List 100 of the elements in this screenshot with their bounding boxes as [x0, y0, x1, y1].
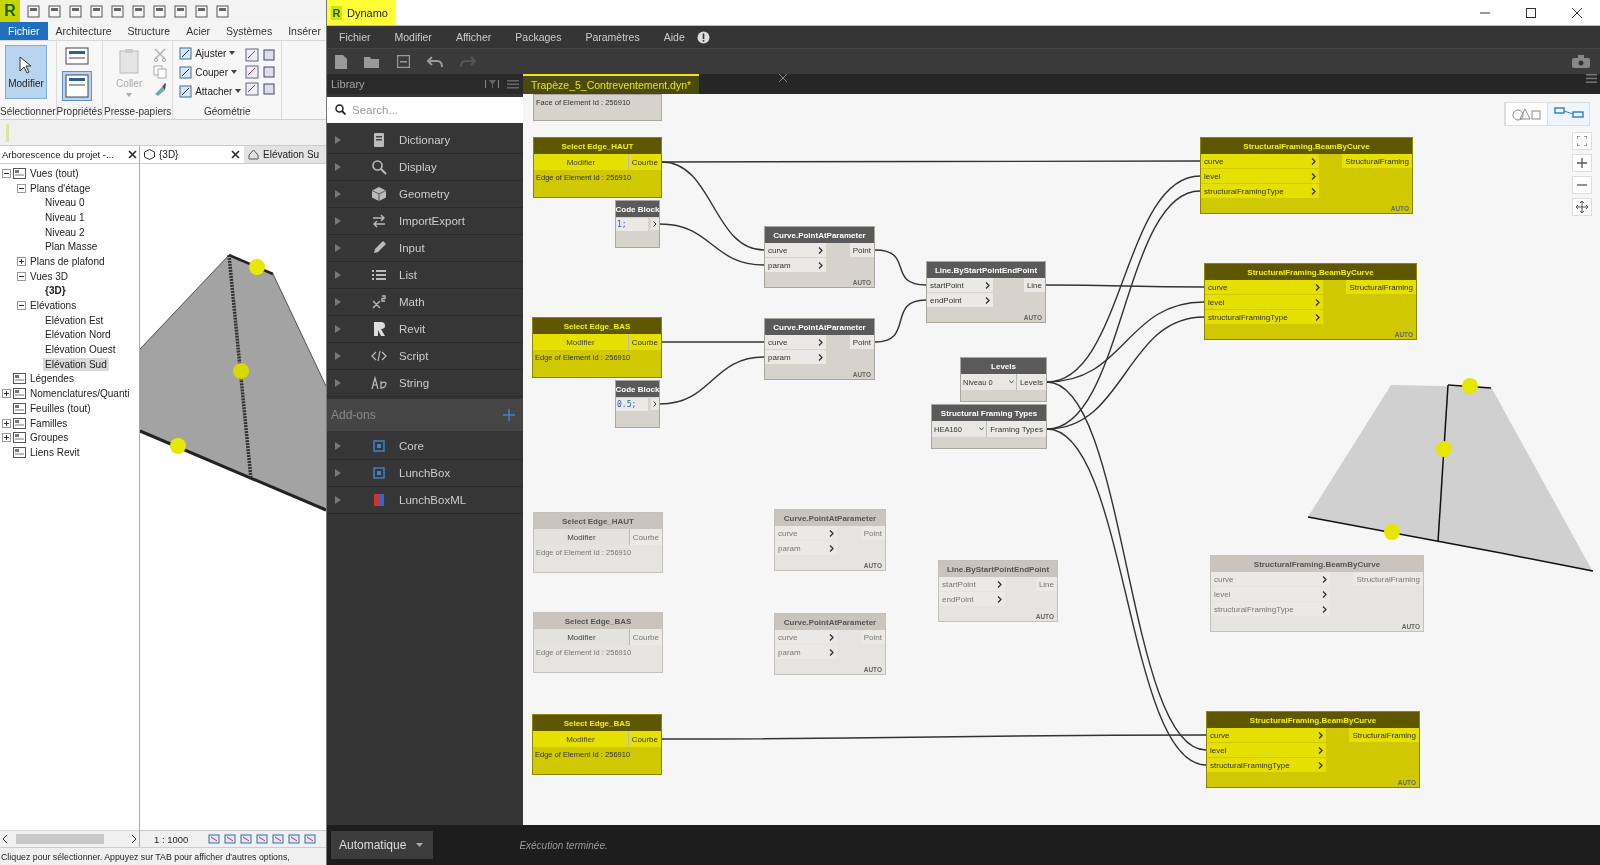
input-port[interactable]: curve [1207, 728, 1326, 742]
code-editor[interactable]: 0.5; [616, 397, 648, 411]
modify-button[interactable]: Modifier [534, 154, 629, 170]
input-port[interactable]: level [1205, 295, 1324, 309]
tree-item[interactable]: Elévation Nord [43, 328, 113, 342]
input-port[interactable]: structuralFramingType [1205, 310, 1324, 324]
properties-button[interactable] [61, 70, 92, 101]
tree-item[interactable]: Niveau 1 [43, 210, 87, 224]
camera-icon[interactable] [1572, 55, 1590, 68]
input-port[interactable]: param [765, 350, 827, 364]
ribbon-tab[interactable]: Architecture [47, 22, 120, 40]
view-control-icon[interactable] [288, 833, 302, 845]
input-port[interactable]: param [775, 645, 837, 659]
input-port[interactable]: level [1201, 169, 1320, 183]
output-port[interactable]: Framing Types [987, 421, 1046, 437]
graph-node[interactable]: Code Block 0.5; [615, 380, 660, 428]
output-port[interactable]: Point [849, 335, 874, 349]
brush-icon[interactable] [153, 82, 168, 96]
input-port[interactable]: param [765, 258, 827, 272]
input-port[interactable]: curve [1201, 154, 1320, 168]
open-folder-icon[interactable] [364, 55, 380, 68]
output-port[interactable]: Point [860, 526, 885, 540]
expander-icon[interactable] [2, 168, 11, 178]
toolbar-icon[interactable] [68, 3, 83, 19]
zoom-in-button[interactable] [1572, 154, 1592, 172]
toolbar-icon[interactable] [131, 3, 146, 19]
output-port[interactable]: Levels [1016, 374, 1046, 390]
output-port[interactable]: Courbe [629, 629, 662, 645]
view-scale[interactable]: 1 : 1000 [154, 833, 189, 845]
toolbar-icon[interactable] [152, 3, 167, 19]
output-port[interactable]: StructuralFraming [1353, 572, 1423, 586]
tree-item[interactable]: Elévations [28, 299, 79, 313]
input-port[interactable]: structuralFramingType [1207, 758, 1326, 772]
tree-item[interactable]: Niveau 2 [43, 225, 87, 239]
input-port[interactable]: curve [765, 335, 827, 349]
modify-icon[interactable] [262, 82, 277, 96]
view-tab[interactable]: {3D} [140, 146, 244, 163]
expander-icon[interactable] [2, 418, 11, 428]
modify-button[interactable]: Modifier [533, 334, 629, 350]
input-port[interactable]: endPoint [927, 293, 994, 307]
save-icon[interactable] [397, 55, 410, 68]
output-port[interactable]: Courbe [628, 334, 661, 350]
menu-item[interactable]: Paramètres [573, 31, 652, 43]
input-port[interactable]: curve [765, 243, 827, 257]
input-port[interactable]: param [775, 541, 837, 555]
menu-item[interactable]: Packages [503, 31, 574, 43]
input-port[interactable]: structuralFramingType [1201, 184, 1320, 198]
output-port[interactable]: StructuralFraming [1342, 154, 1412, 168]
output-port[interactable]: Point [860, 630, 885, 644]
input-port[interactable]: startPoint [939, 577, 1006, 591]
ribbon-tab[interactable]: Systèmes [218, 22, 281, 40]
tree-item[interactable]: Légendes [28, 372, 76, 386]
menu-item[interactable]: Fichier [327, 31, 383, 43]
tree-item[interactable]: Vues 3D [28, 269, 70, 283]
expander-icon[interactable] [2, 433, 11, 443]
close-icon[interactable] [128, 150, 137, 159]
code-editor[interactable]: 1; [616, 217, 648, 231]
modify-icon[interactable] [262, 48, 277, 62]
modify-button[interactable]: Modifier [5, 45, 47, 99]
input-port[interactable]: startPoint [927, 278, 994, 292]
output-port[interactable]: Line [1023, 278, 1045, 292]
search-field[interactable]: Search... [327, 97, 523, 123]
caret-icon[interactable] [229, 51, 236, 55]
tree-item[interactable]: Niveau 0 [43, 196, 87, 210]
tree-item[interactable]: Plans de plafond [28, 254, 107, 268]
menu-item[interactable]: Aide [651, 31, 697, 43]
tree-item[interactable]: {3D} [43, 284, 68, 298]
ribbon-tab[interactable]: Insérer [280, 22, 326, 40]
tree-item[interactable]: Vues (tout) [28, 166, 81, 180]
list-view-icon[interactable] [507, 79, 519, 89]
expander-icon[interactable] [2, 389, 11, 399]
geometry-tool-button[interactable]: Ajuster [178, 45, 243, 61]
toolbar-icon[interactable] [89, 3, 104, 19]
caret-icon[interactable] [235, 89, 242, 93]
edit-icon[interactable] [245, 48, 260, 62]
output-port[interactable]: Line [1035, 577, 1057, 591]
view-control-icon[interactable] [240, 833, 254, 845]
ribbon-tab[interactable]: Structure [119, 22, 179, 40]
caret-icon[interactable] [231, 70, 237, 74]
tree-item[interactable]: Feuilles (tout) [28, 401, 93, 415]
file-tab[interactable]: Trapèze_5_Contreventement.dyn* [523, 74, 700, 94]
tree-item[interactable]: Plans d'étage [28, 181, 93, 195]
toolbar-icon[interactable] [173, 3, 188, 19]
filter-icon[interactable] [485, 79, 499, 89]
view-control-icon[interactable] [256, 833, 270, 845]
geometry-tool-button[interactable]: Attacher [178, 83, 243, 99]
geometry-tool-button[interactable]: Couper [178, 64, 243, 80]
output-port[interactable]: StructuralFraming [1349, 728, 1419, 742]
output-port[interactable]: Point [849, 243, 874, 257]
view-control-icon[interactable] [272, 833, 286, 845]
expander-icon[interactable] [17, 256, 26, 266]
tree-item[interactable]: Groupes [28, 431, 71, 445]
toolbar-icon[interactable] [110, 3, 125, 19]
tree-item[interactable]: Elévation Ouest [43, 343, 118, 357]
tree-item[interactable]: Liens Revit [28, 445, 82, 459]
toolbar-icon[interactable] [26, 3, 41, 19]
pan-button[interactable] [1572, 198, 1592, 216]
input-port[interactable]: structuralFramingType [1211, 602, 1330, 616]
tree-item[interactable]: Elévation Est [43, 313, 106, 327]
view-control-icon[interactable] [208, 833, 222, 845]
